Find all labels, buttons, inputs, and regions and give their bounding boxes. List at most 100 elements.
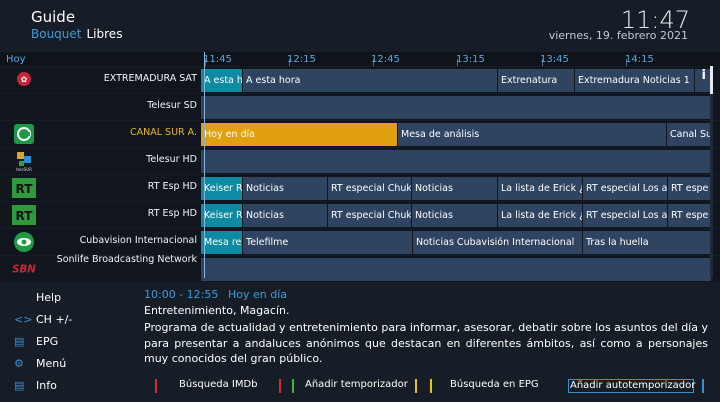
event-cell[interactable]: Keiser R [201,177,243,200]
event-grid: A esta h A esta hora Extrenatura Extrema… [201,69,711,92]
channel-name: Sonlife Broadcasting Network [56,254,197,265]
svg-text:teleSUR: teleSUR [16,167,32,172]
event-cell[interactable]: Extremadura Noticias 1 [575,69,695,92]
menu-label: CH +/- [36,313,73,326]
event-cell[interactable]: Noticias [412,177,498,200]
event-cell[interactable]: RT espe [668,204,711,227]
channel-row[interactable]: ✿ EXTREMADURA SAT A esta h A esta hora E… [0,67,720,93]
channel-name: Telesur SD [147,100,197,111]
event-cell[interactable]: La lista de Erick ¿C [498,177,583,200]
menu-label: Help [36,291,62,304]
time-label: 11:45 [203,54,232,65]
event-cell[interactable]: Noticias Cubavisión Internacional [413,231,583,254]
menu-item-epg[interactable]: ▤ EPG [14,335,58,348]
event-grid: Hoy en día Mesa de análisis Canal Su [201,123,711,146]
epg-icon: ▤ [14,335,25,348]
canal-sur-logo [10,124,38,144]
event-cell[interactable]: La lista de Erick ¿C [498,204,583,227]
menu-label: Menú [36,357,67,370]
menu-item-help[interactable]: Help [14,291,61,304]
event-time: 10:00 - 12:55 [144,288,219,301]
scrollbar[interactable] [710,66,713,278]
event-cell[interactable]: Noticias [243,204,328,227]
channel-row[interactable]: RT RT Esp HD Keiser R Noticias RT especi… [0,202,720,228]
svg-text:RT: RT [16,209,34,223]
event-cell[interactable]: Mesa de análisis [398,123,667,146]
event-cell[interactable]: Tras la huella [583,231,711,254]
info-icon: i [701,68,706,83]
channel-row[interactable]: Telesur SD [0,94,720,120]
rt-logo: RT [10,178,38,198]
menu-item-channel[interactable]: <> CH +/- [14,313,72,326]
svg-text:RT: RT [16,182,34,196]
event-cell[interactable]: Extrenatura [498,69,575,92]
timebar [0,52,720,66]
channel-row[interactable]: teleSUR Telesur HD [0,148,720,174]
blue-button-add-autotimer[interactable]: Añadir autotemporizador [568,379,696,393]
event-cell[interactable]: RT especial Chuko [328,177,412,200]
channel-row[interactable]: CANAL SUR A. Hoy en día Mesa de análisis… [0,121,720,147]
time-label: 12:15 [287,54,316,65]
event-genre: Entretenimiento, Magacín. [144,304,290,317]
event-cell[interactable]: RT especial Los ar [583,204,668,227]
event-cell[interactable]: Hoy en día [201,123,398,146]
channel-name: CANAL SUR A. [129,127,197,138]
time-label: 14:15 [625,54,654,65]
bouquet-name: Libres [86,27,123,41]
gear-icon: ⚙ [14,357,24,370]
time-label: 12:45 [371,54,400,65]
arrows-icon: <> [14,313,33,326]
button-label: Búsqueda IMDb [179,379,258,390]
event-grid: Keiser R Noticias RT especial Chuko Noti… [201,177,711,200]
event-grid: Mesa re Telefilme Noticias Cubavisión In… [201,231,711,254]
cubavision-logo [10,232,38,252]
event-cell[interactable]: RT especial Chuko [328,204,412,227]
menu-item-info[interactable]: ▤ Info [14,379,57,392]
canal-extremadura-logo: ✿ [10,70,38,90]
menu-label: EPG [36,335,59,348]
button-label: Búsqueda en EPG [450,379,539,390]
info-icon: ▤ [14,379,25,392]
event-cell[interactable]: RT especial Los ar [583,177,668,200]
sbn-logo: SBN [10,259,38,279]
rt-logo: RT [10,205,38,225]
svg-text:SBN: SBN [12,264,36,276]
event-cell[interactable]: Telefilme [243,231,413,254]
blue-key-indicator [702,379,704,393]
channel-row[interactable]: SBN Sonlife Broadcasting Network [0,254,720,282]
today-label: Hoy [6,54,26,65]
telesur-logo: teleSUR [10,151,38,172]
event-cell[interactable]: RT espe [668,177,711,200]
event-cell[interactable]: Canal Su [667,123,711,146]
event-cell[interactable]: A esta h [201,69,243,92]
event-grid [201,150,711,173]
green-key-indicator [292,379,294,393]
event-cell[interactable]: Noticias [412,204,498,227]
channel-name: RT Esp HD [147,181,197,192]
bouquet-label: Bouquet [31,27,82,41]
menu-item-menu[interactable]: ⚙ Menú [14,357,66,370]
channel-name: Telesur HD [146,154,197,165]
channel-row[interactable]: Cubavision Internacional Mesa re Telefil… [0,229,720,255]
event-grid [201,96,711,119]
event-title: Hoy en día [228,288,288,301]
event-grid: Keiser R Noticias RT especial Chuko Noti… [201,204,711,227]
event-cell[interactable]: Keiser R [201,204,243,227]
page-title: Guide [31,8,76,26]
event-cell[interactable]: A esta hora [243,69,498,92]
time-label: 13:15 [456,54,485,65]
scrollbar-thumb[interactable] [710,66,713,94]
button-label: Añadir temporizador [305,379,408,390]
yellow-key-indicator [430,379,432,393]
event-description: Programa de actualidad y entretenimiento… [144,321,708,365]
menu-label: Info [36,379,57,392]
event-grid [201,258,711,281]
red-button-imdb-search[interactable]: Búsqueda IMDb [155,379,275,393]
button-label: Añadir autotemporizador [570,380,696,391]
event-cell[interactable]: Noticias [243,177,328,200]
yellow-button-epg-search[interactable]: Búsqueda en EPG [430,379,550,393]
channel-row[interactable]: RT RT Esp HD Keiser R Noticias RT especi… [0,175,720,201]
channel-name: RT Esp HD [147,208,197,219]
green-button-add-timer[interactable]: Añadir temporizador [292,379,427,393]
event-cell[interactable]: Mesa re [201,231,243,254]
